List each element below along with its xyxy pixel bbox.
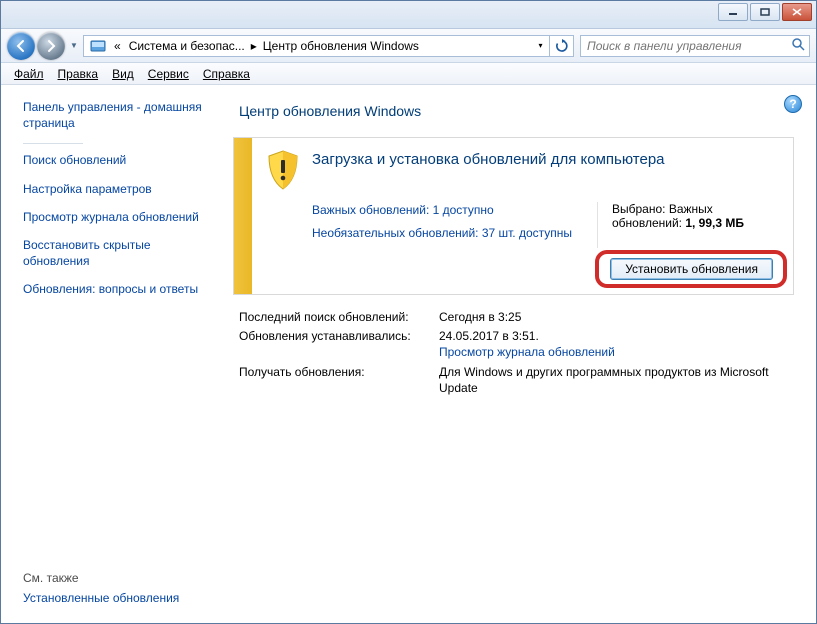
sidebar-link-restore-hidden[interactable]: Восстановить скрытые обновления bbox=[23, 237, 211, 269]
sidebar-link-check-updates[interactable]: Поиск обновлений bbox=[23, 152, 211, 168]
info-value-last-check: Сегодня в 3:25 bbox=[439, 309, 794, 325]
menu-file[interactable]: Файл bbox=[7, 66, 51, 82]
search-input[interactable] bbox=[585, 38, 791, 54]
window-body: Панель управления - домашняя страница По… bbox=[1, 85, 816, 623]
search-box[interactable] bbox=[580, 35, 810, 57]
install-updates-button[interactable]: Установить обновления bbox=[610, 258, 773, 280]
address-bar-row: ▼ « Система и безопас... ▸ Центр обновле… bbox=[1, 29, 816, 63]
info-value-installed: 24.05.2017 в 3:51. Просмотр журнала обно… bbox=[439, 328, 794, 361]
title-bar bbox=[1, 1, 816, 29]
info-label-receive: Получать обновления: bbox=[239, 364, 439, 396]
sidebar-home-link[interactable]: Панель управления - домашняя страница bbox=[23, 99, 211, 131]
maximize-button[interactable] bbox=[750, 3, 780, 21]
help-icon[interactable]: ? bbox=[784, 95, 802, 113]
search-icon[interactable] bbox=[791, 37, 805, 54]
history-dropdown[interactable]: ▼ bbox=[67, 35, 81, 57]
update-info-table: Последний поиск обновлений: Сегодня в 3:… bbox=[233, 309, 794, 397]
info-label-last-check: Последний поиск обновлений: bbox=[239, 309, 439, 325]
selected-updates-text: Выбрано: Важных обновлений: 1, 99,3 МБ bbox=[612, 202, 777, 230]
sidebar-see-also-label: См. также bbox=[23, 571, 211, 591]
minimize-button[interactable] bbox=[718, 3, 748, 21]
breadcrumb-item[interactable]: Система и безопас... bbox=[125, 39, 249, 53]
menu-help[interactable]: Справка bbox=[196, 66, 257, 82]
important-updates-link[interactable]: Важных обновлений: 1 доступно bbox=[312, 202, 587, 219]
sidebar-link-change-settings[interactable]: Настройка параметров bbox=[23, 181, 211, 197]
refresh-button[interactable] bbox=[549, 36, 573, 56]
window-frame: ▼ « Система и безопас... ▸ Центр обновле… bbox=[0, 0, 817, 624]
page-title: Центр обновления Windows bbox=[239, 103, 794, 119]
status-color-bar bbox=[234, 138, 252, 294]
sidebar-link-faq[interactable]: Обновления: вопросы и ответы bbox=[23, 281, 211, 297]
sidebar-separator bbox=[23, 143, 83, 144]
update-status-panel: Загрузка и установка обновлений для комп… bbox=[233, 137, 794, 295]
info-value-receive: Для Windows и других программных продукт… bbox=[439, 364, 794, 396]
back-button[interactable] bbox=[7, 32, 35, 60]
control-panel-icon bbox=[90, 38, 106, 54]
menu-view[interactable]: Вид bbox=[105, 66, 141, 82]
address-dropdown[interactable]: ▾ bbox=[531, 36, 549, 56]
menu-bar: Файл Правка Вид Сервис Справка bbox=[1, 63, 816, 85]
address-bar[interactable]: « Система и безопас... ▸ Центр обновлени… bbox=[83, 35, 574, 57]
optional-updates-link[interactable]: Необязательных обновлений: 37 шт. доступ… bbox=[312, 225, 587, 242]
close-button[interactable] bbox=[782, 3, 812, 21]
forward-button[interactable] bbox=[37, 32, 65, 60]
chevron-right-icon: ▸ bbox=[249, 39, 259, 53]
breadcrumb-item[interactable]: Центр обновления Windows bbox=[259, 39, 423, 53]
menu-edit[interactable]: Правка bbox=[51, 66, 106, 82]
menu-tools[interactable]: Сервис bbox=[141, 66, 196, 82]
view-history-link[interactable]: Просмотр журнала обновлений bbox=[439, 344, 794, 361]
sidebar: Панель управления - домашняя страница По… bbox=[1, 85, 223, 623]
sidebar-link-view-history[interactable]: Просмотр журнала обновлений bbox=[23, 209, 211, 225]
shield-warning-icon bbox=[266, 150, 300, 190]
panel-heading: Загрузка и установка обновлений для комп… bbox=[312, 150, 665, 170]
sidebar-link-installed-updates[interactable]: Установленные обновления bbox=[23, 591, 211, 605]
breadcrumb-prefix: « bbox=[110, 39, 125, 53]
info-label-installed: Обновления устанавливались: bbox=[239, 328, 439, 361]
content-area: ? Центр обновления Windows bbox=[223, 85, 816, 623]
